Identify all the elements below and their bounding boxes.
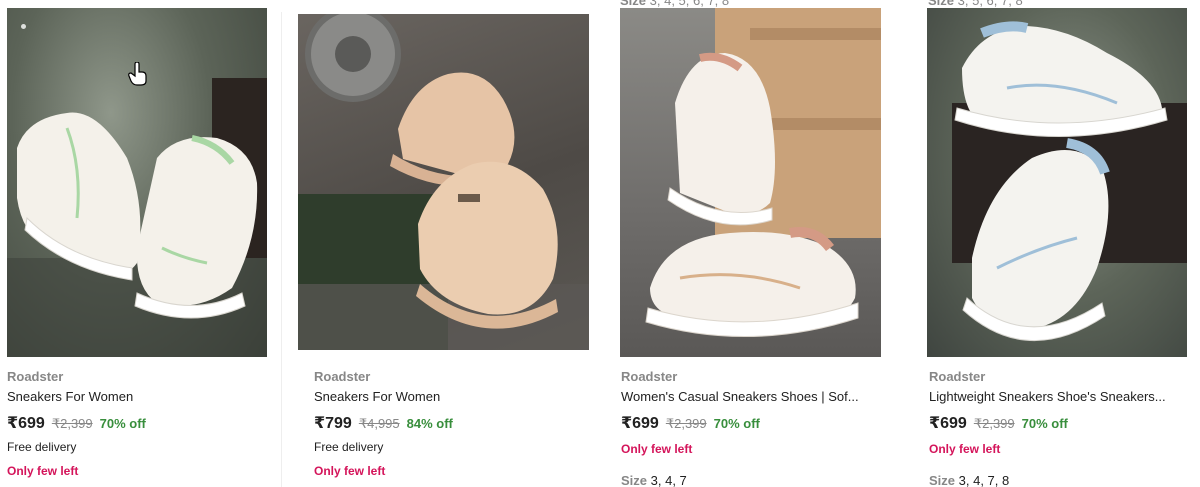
product-mrp: ₹2,399: [51, 416, 93, 431]
product-mrp: ₹2,399: [973, 416, 1015, 431]
stock-status: Only few left: [929, 442, 1001, 456]
delivery-info: Free delivery: [314, 440, 384, 454]
size-list-cut: Size 3, 4, 5, 6, 7, 8: [620, 0, 730, 8]
card-divider: [281, 12, 282, 487]
price-row: ₹699 ₹2,399 70% off: [621, 413, 760, 433]
hand-cursor-icon: [128, 62, 147, 86]
size-list: Size 3, 4, 7: [621, 473, 687, 487]
product-card-3[interactable]: Size 3, 4, 5, 6, 7, 8 Roadster Women's C…: [612, 0, 892, 487]
shoe-photo-icon: [645, 8, 881, 338]
product-discount: 70% off: [713, 416, 760, 431]
size-label: Size: [929, 473, 956, 487]
product-title[interactable]: Sneakers For Women: [7, 389, 269, 404]
carousel-dot-icon: [21, 24, 26, 29]
product-discount: 70% off: [1021, 416, 1068, 431]
shoe-photo-icon: [952, 21, 1187, 342]
product-card-2[interactable]: Roadster Sneakers For Women ₹799 ₹4,995 …: [284, 0, 596, 487]
product-brand: Roadster: [929, 369, 986, 384]
product-card-1[interactable]: Roadster Sneakers For Women ₹699 ₹2,399 …: [0, 0, 280, 487]
product-title[interactable]: Lightweight Sneakers Shoe's Sneakers...: [929, 389, 1187, 404]
shoe-photo-icon: [7, 78, 267, 357]
price-row: ₹699 ₹2,399 70% off: [929, 413, 1068, 433]
price-row: ₹799 ₹4,995 84% off: [314, 413, 453, 433]
product-title[interactable]: Sneakers For Women: [314, 389, 574, 404]
delivery-info: Free delivery: [7, 440, 77, 454]
stock-status: Only few left: [7, 464, 79, 478]
size-values: 3, 4, 7, 8: [958, 473, 1010, 487]
product-mrp: ₹4,995: [358, 416, 400, 431]
product-price: ₹699: [621, 415, 659, 432]
product-price: ₹699: [929, 415, 967, 432]
price-row: ₹699 ₹2,399 70% off: [7, 413, 146, 433]
product-mrp: ₹2,399: [665, 416, 707, 431]
stock-status: Only few left: [621, 442, 693, 456]
size-list: Size 3, 4, 7, 8: [929, 473, 1009, 487]
stock-status: Only few left: [314, 464, 386, 478]
product-title[interactable]: Women's Casual Sneakers Shoes | Sof...: [621, 389, 879, 404]
product-discount: 84% off: [406, 416, 453, 431]
product-image-4[interactable]: [927, 8, 1187, 357]
product-discount: 70% off: [99, 416, 146, 431]
product-card-4[interactable]: Size 3, 5, 6, 7, 8 Roadster Lightweight …: [920, 0, 1200, 487]
product-image-2[interactable]: [298, 14, 589, 350]
size-values: 3, 4, 7: [650, 473, 687, 487]
product-brand: Roadster: [621, 369, 678, 384]
size-list-cut: Size 3, 5, 6, 7, 8: [928, 0, 1023, 8]
product-price: ₹799: [314, 415, 352, 432]
product-image-3[interactable]: [620, 8, 881, 357]
product-brand: Roadster: [7, 369, 64, 384]
shoe-photo-icon: [298, 14, 589, 350]
product-price: ₹699: [7, 415, 45, 432]
size-label: Size: [621, 473, 648, 487]
product-image-1[interactable]: [7, 8, 267, 357]
product-brand: Roadster: [314, 369, 371, 384]
